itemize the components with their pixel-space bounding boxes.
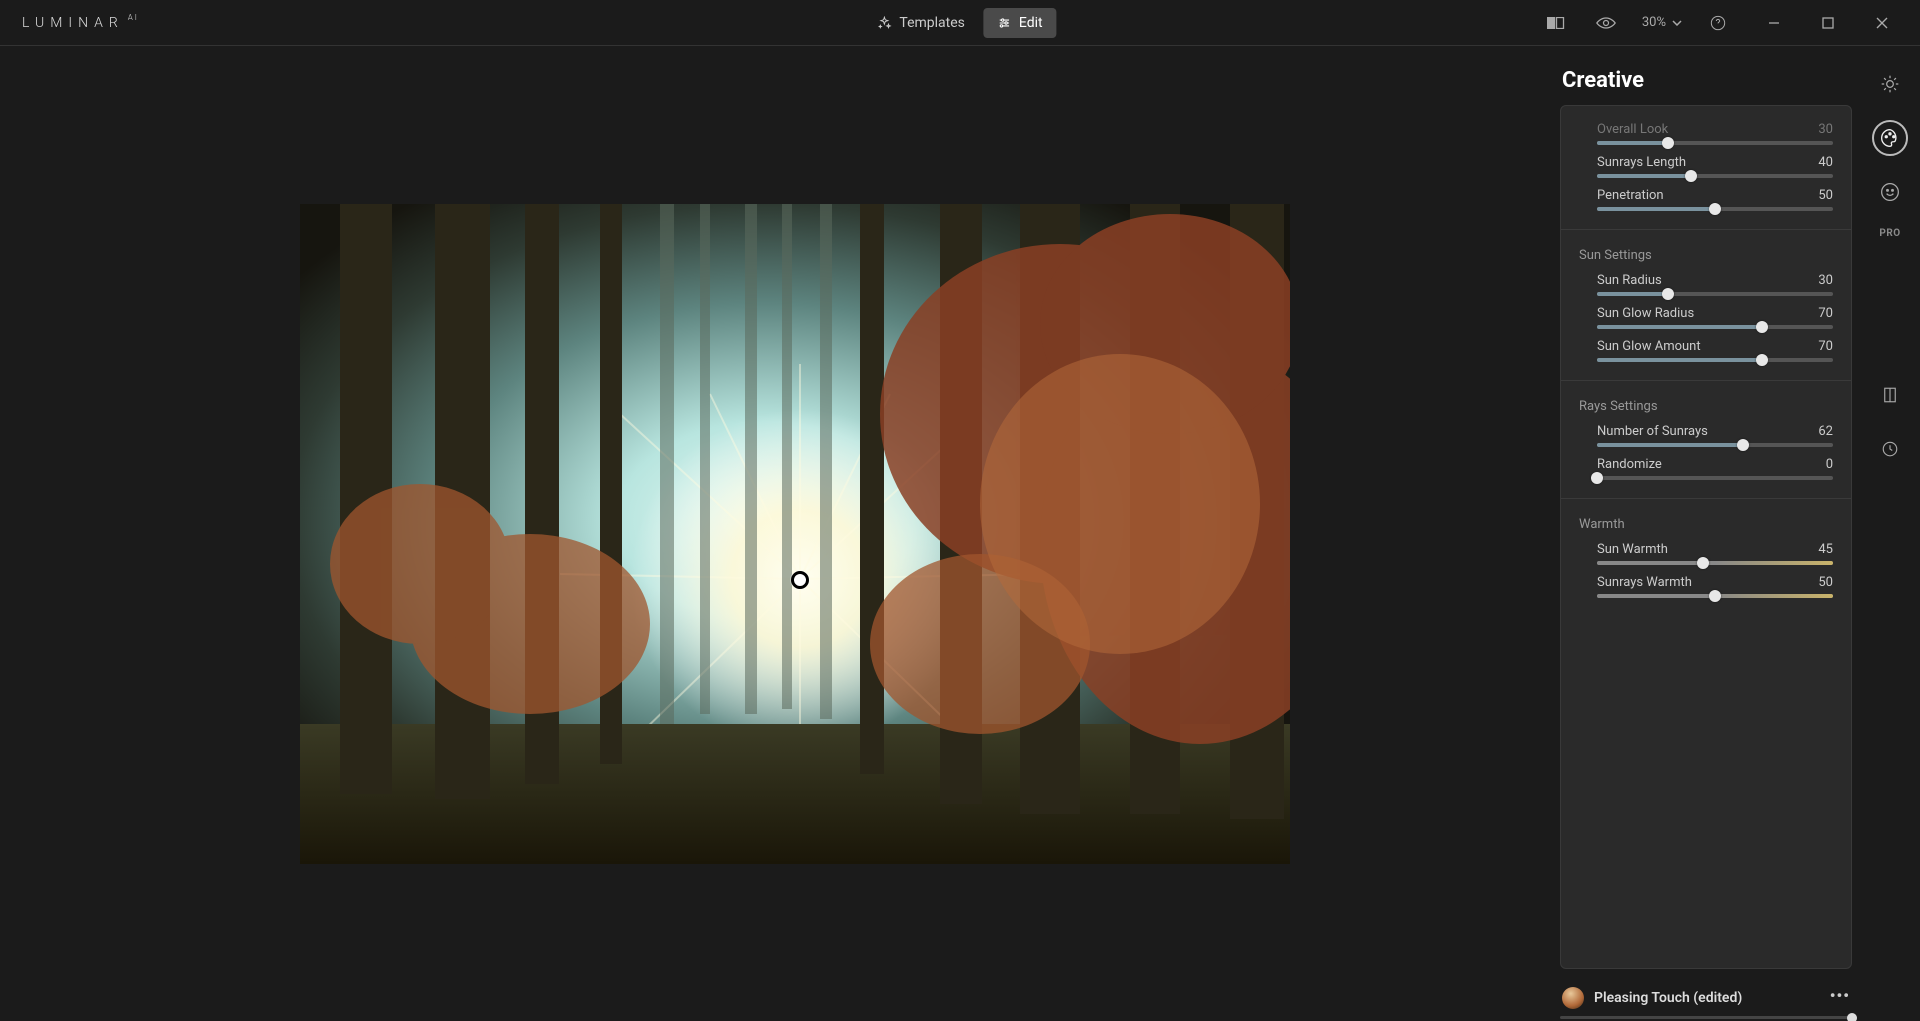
sun-position-marker[interactable] <box>791 571 809 589</box>
sunrays-warmth-label: Sunrays Warmth <box>1597 575 1692 590</box>
sun-radius-label: Sun Radius <box>1597 273 1662 288</box>
number-of-sunrays-slider[interactable] <box>1597 443 1833 447</box>
sun-warmth-value: 45 <box>1818 542 1833 557</box>
sun-warmth-label: Sun Warmth <box>1597 542 1668 557</box>
sun-glow-amount-value: 70 <box>1818 339 1833 354</box>
rays-settings-title: Rays Settings <box>1579 399 1833 414</box>
logo-text: LUMINAR <box>22 15 124 31</box>
essentials-tool[interactable] <box>1872 66 1908 102</box>
preview-image <box>300 204 1290 864</box>
sun-glow-radius-value: 70 <box>1818 306 1833 321</box>
sun-radius-slider[interactable] <box>1597 292 1833 296</box>
sunrays-length-label: Sunrays Length <box>1597 155 1686 170</box>
penetration-label: Penetration <box>1597 188 1664 203</box>
randomize-slider[interactable] <box>1597 476 1833 480</box>
randomize-label: Randomize <box>1597 457 1662 472</box>
penetration-value: 50 <box>1818 188 1833 203</box>
edit-tab-label: Edit <box>1019 15 1043 31</box>
pro-label: PRO <box>1879 228 1900 239</box>
sunrays-warmth-slider[interactable] <box>1597 594 1833 598</box>
overall-look-slider[interactable] <box>1597 141 1833 145</box>
number-of-sunrays-value: 62 <box>1818 424 1833 439</box>
sunrays-warmth-value: 50 <box>1818 575 1833 590</box>
pro-tool[interactable]: PRO <box>1879 228 1900 239</box>
sunrays-length-value: 40 <box>1818 155 1833 170</box>
sun-glow-radius-slider[interactable] <box>1597 325 1833 329</box>
palette-icon <box>1880 128 1900 148</box>
templates-tab[interactable]: Templates <box>863 8 979 38</box>
sunrays-length-slider[interactable] <box>1597 174 1833 178</box>
randomize-value: 0 <box>1826 457 1833 472</box>
crop-icon <box>1881 386 1899 404</box>
clock-icon <box>1881 440 1899 458</box>
sliders-icon <box>997 16 1011 30</box>
sun-glow-amount-slider[interactable] <box>1597 358 1833 362</box>
compare-view-button[interactable] <box>1542 9 1570 37</box>
template-avatar <box>1562 987 1584 1009</box>
chevron-down-icon <box>1672 20 1682 26</box>
window-close-button[interactable] <box>1868 9 1896 37</box>
zoom-dropdown[interactable]: 30% <box>1642 15 1682 30</box>
preview-eye-button[interactable] <box>1592 9 1620 37</box>
app-logo: LUMINAR AI <box>22 15 139 31</box>
history-tool[interactable] <box>1872 431 1908 467</box>
applied-template-name[interactable]: Pleasing Touch (edited) <box>1594 990 1820 1006</box>
sparkle-icon <box>877 16 891 30</box>
number-of-sunrays-label: Number of Sunrays <box>1597 424 1708 439</box>
creative-tool[interactable] <box>1872 120 1908 156</box>
sun-settings-title: Sun Settings <box>1579 248 1833 263</box>
portrait-tool[interactable] <box>1872 174 1908 210</box>
image-canvas[interactable] <box>300 204 1290 864</box>
help-button[interactable] <box>1704 9 1732 37</box>
sun-radius-value: 30 <box>1818 273 1833 288</box>
sun-glow-amount-label: Sun Glow Amount <box>1597 339 1701 354</box>
creative-panel-scroll[interactable]: Overall Look 30 Sunrays Length 40 <box>1560 105 1852 969</box>
logo-superscript: AI <box>128 13 139 22</box>
sun-icon <box>1880 74 1900 94</box>
crop-tool[interactable] <box>1872 377 1908 413</box>
panel-title: Creative <box>1562 68 1852 93</box>
window-maximize-button[interactable] <box>1814 9 1842 37</box>
sun-glow-radius-label: Sun Glow Radius <box>1597 306 1694 321</box>
warmth-title: Warmth <box>1579 517 1833 532</box>
overall-look-label: Overall Look <box>1597 122 1668 137</box>
template-opacity-slider[interactable] <box>1560 1016 1852 1019</box>
sun-warmth-slider[interactable] <box>1597 561 1833 565</box>
window-minimize-button[interactable] <box>1760 9 1788 37</box>
penetration-slider[interactable] <box>1597 207 1833 211</box>
zoom-value: 30% <box>1642 15 1666 30</box>
edit-tab[interactable]: Edit <box>983 8 1057 38</box>
smile-icon <box>1880 182 1900 202</box>
overall-look-value: 30 <box>1818 122 1833 137</box>
template-more-button[interactable]: ••• <box>1830 986 1850 1005</box>
templates-tab-label: Templates <box>899 15 965 31</box>
